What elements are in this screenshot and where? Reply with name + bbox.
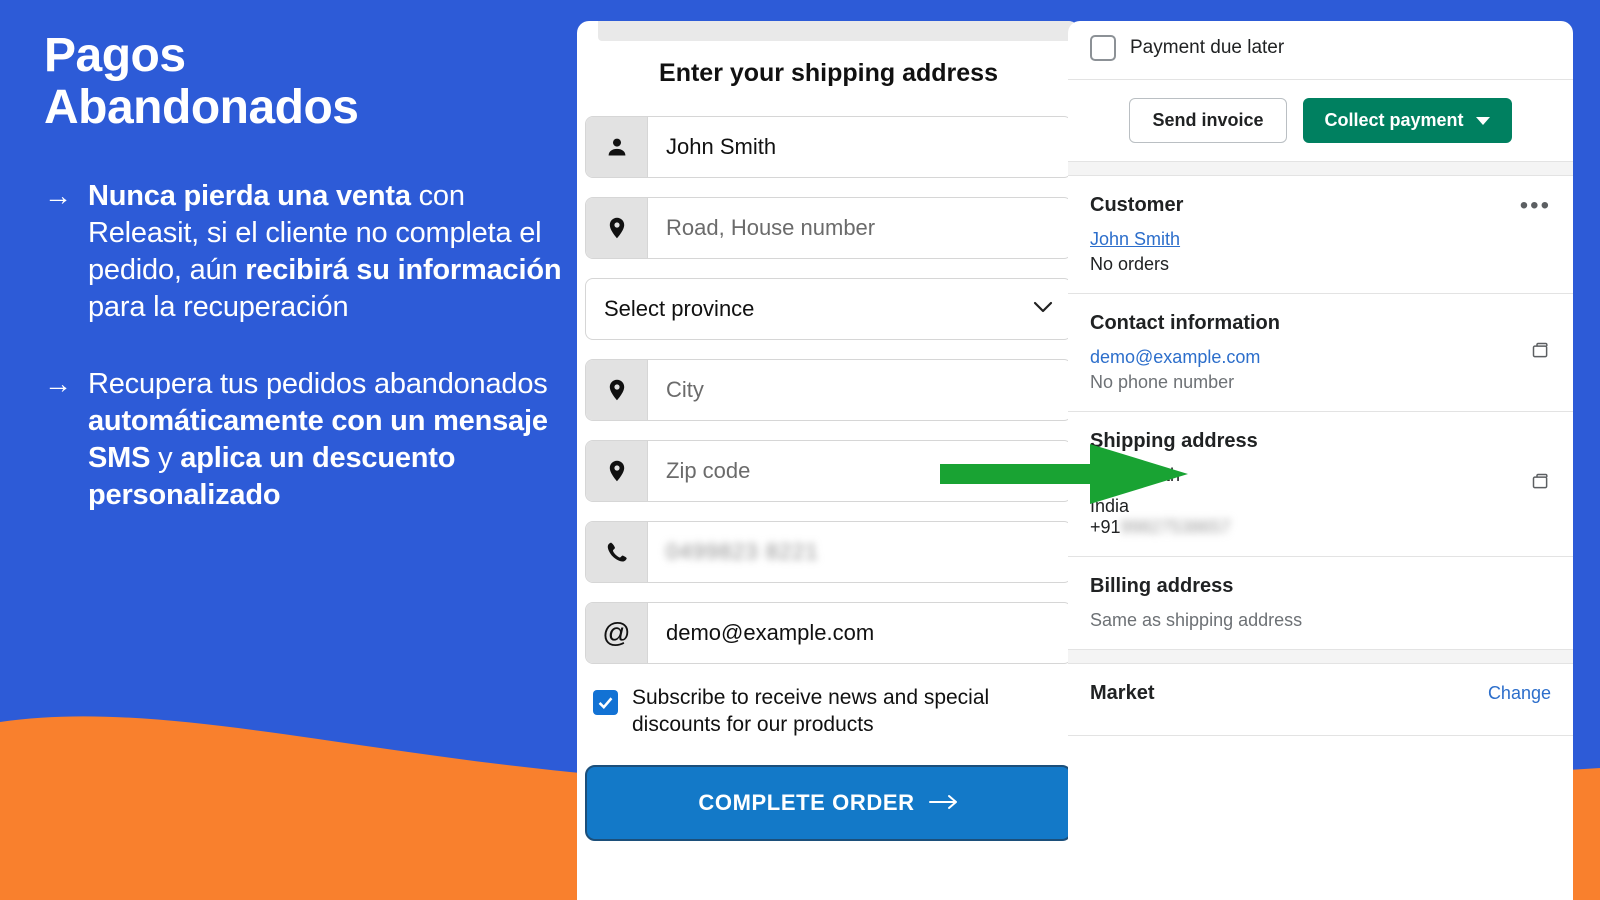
caret-down-icon [1475,116,1490,125]
billing-address-heading: Billing address [1090,575,1234,597]
check-icon [598,697,613,710]
checkout-card-topbar [598,21,1080,41]
shipping-fields-group-1: John Smith Road, House number [585,116,1072,259]
province-select-label: Select province [604,296,755,321]
market-heading: Market [1090,682,1155,704]
collect-payment-label: Collect payment [1324,110,1464,130]
location-pin-icon [586,441,648,501]
section-divider-2 [1068,650,1573,664]
chevron-down-icon [1033,298,1053,320]
market-section: Market Change [1068,664,1573,736]
location-pin-icon [586,198,648,258]
payment-due-later-label: Payment due later [1130,37,1285,58]
shipping-phone-prefix: +91 [1090,517,1121,537]
clipboard-icon [1532,473,1548,489]
form-field-row[interactable]: Road, House number [585,197,1072,259]
headline-line-1: Pagos [44,29,186,82]
collect-payment-button[interactable]: Collect payment [1302,98,1512,143]
customer-name-link[interactable]: John Smith [1090,229,1551,250]
bullet-item: → Nunca pierda una venta con Releasit, si… [44,178,564,326]
market-change-link[interactable]: Change [1488,683,1551,704]
form-field-value[interactable]: 0499823 8221 [648,522,1071,582]
customer-heading: Customer [1090,194,1184,216]
payment-due-later-row[interactable]: Payment due later [1068,21,1573,80]
form-field-value[interactable]: demo@example.com [648,603,1071,663]
form-field-row[interactable]: 0499823 8221 [585,521,1072,583]
subscribe-checkbox[interactable] [593,690,618,715]
copy-icon[interactable] [1530,471,1551,497]
section-divider-1 [1068,162,1573,176]
arrow-right-icon: → [44,368,72,400]
arrow-right-icon: → [44,179,72,211]
bullet-text: Recupera tus pedidos abandonados automát… [88,368,548,512]
form-field-row[interactable]: John Smith [585,116,1072,178]
form-field-row[interactable]: @ demo@example.com [585,602,1072,664]
bullet-text: Nunca pierda una venta con Releasit, si … [88,179,562,323]
copy-icon[interactable] [1530,340,1551,366]
clipboard-icon [1532,342,1548,357]
shipping-fields-group-2: City Zip code 0499823 8221 @ demo@example.co… [585,359,1072,664]
at-icon: @ [586,603,648,663]
province-select[interactable]: Select province [585,278,1072,340]
contact-phone-placeholder: No phone number [1090,372,1235,392]
slide-canvas: Pagos Abandonados → Nunca pierda una vent… [0,0,1600,900]
billing-address-section: Billing address Same as shipping address [1068,557,1573,650]
subscribe-label: Subscribe to receive news and special di… [632,686,990,737]
location-pin-icon [586,360,648,420]
headline-line-2: Abandonados [44,80,359,134]
form-field-placeholder[interactable]: Road, House number [648,198,1071,258]
payment-actions-row: Send invoice Collect payment [1068,80,1573,162]
billing-address-value: Same as shipping address [1090,610,1303,630]
checkout-title: Enter your shipping address [659,59,998,87]
customer-orders-count: No orders [1090,254,1170,274]
contact-information-section: Contact information demo@example.com No … [1068,294,1573,412]
arrow-right-icon [928,789,959,817]
form-field-row[interactable]: City [585,359,1072,421]
shipping-phone-masked: 99827538657 [1120,517,1231,537]
complete-order-button[interactable]: COMPLETE ORDER [585,764,1072,841]
contact-email-link[interactable]: demo@example.com [1090,347,1551,368]
contact-information-heading: Contact information [1090,312,1280,334]
subscribe-checkbox-row[interactable]: Subscribe to receive news and special di… [593,684,1072,739]
complete-order-label: COMPLETE ORDER [698,789,915,815]
annotation-arrow-icon [940,444,1188,504]
shipping-phone: +9199827538657 [1090,517,1551,538]
payment-due-later-checkbox[interactable] [1090,35,1116,61]
more-options-icon[interactable]: ••• [1520,194,1551,218]
page-title: Pagos Abandonados [44,30,564,134]
phone-icon [586,522,648,582]
form-field-placeholder[interactable]: City [648,360,1071,420]
marketing-copy: Pagos Abandonados → Nunca pierda una vent… [44,30,564,555]
person-icon [586,117,648,177]
bullet-item: → Recupera tus pedidos abandonados automá… [44,366,564,514]
form-field-value[interactable]: John Smith [648,117,1071,177]
send-invoice-button[interactable]: Send invoice [1129,98,1287,143]
customer-section: Customer ••• John Smith No orders [1068,176,1573,294]
bullet-list: → Nunca pierda una venta con Releasit, si… [44,178,564,515]
